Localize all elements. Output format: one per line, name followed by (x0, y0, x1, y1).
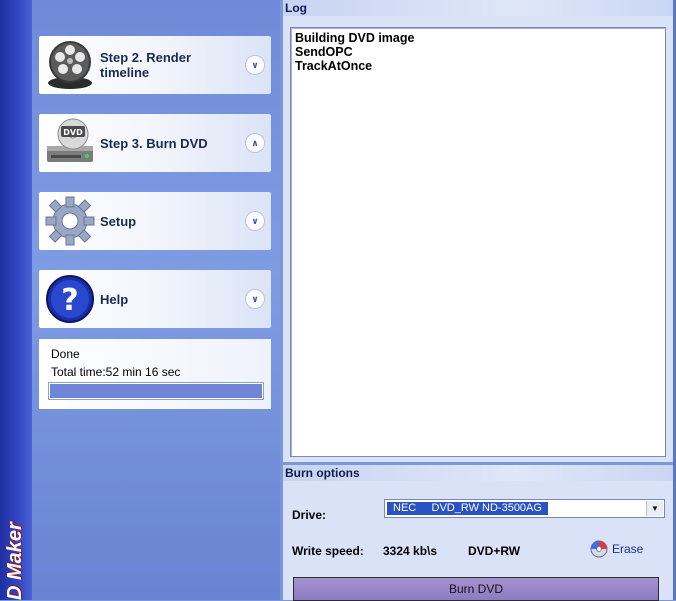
log-line: TrackAtOnce (295, 59, 373, 73)
chevron-down-icon[interactable]: ∨ (245, 289, 265, 309)
erase-label: Erase (612, 542, 644, 556)
erase-button[interactable]: Erase (590, 540, 643, 558)
log-textbox[interactable]: Building DVD image SendOPC TrackAtOnce (290, 27, 666, 457)
gear-icon (45, 196, 95, 246)
step-render-timeline[interactable]: Step 2. Render timeline ∨ (39, 36, 271, 94)
log-line: SendOPC (295, 45, 353, 59)
status-text: Done (51, 347, 80, 361)
step-help[interactable]: ? Help ∨ (39, 270, 271, 328)
drive-select[interactable]: NEC DVD_RW ND-3500AG ▼ (384, 499, 665, 518)
step-setup[interactable]: Setup ∨ (39, 192, 271, 250)
log-line: Building DVD image (295, 31, 415, 45)
dvd-icon-text: DVD (63, 128, 83, 137)
burn-options-header: Burn options (283, 465, 673, 481)
status-panel: Done Total time:52 min 16 sec (39, 339, 271, 409)
log-area: Building DVD image SendOPC TrackAtOnce (283, 16, 673, 462)
write-speed-label: Write speed: (292, 544, 364, 558)
erase-disc-icon (590, 540, 608, 558)
dvd-drive-icon: DVD (47, 118, 93, 162)
chevron-down-icon[interactable]: ∨ (245, 55, 265, 75)
burn-dvd-button[interactable]: Burn DVD (293, 577, 659, 601)
total-time: Total time:52 min 16 sec (51, 365, 181, 379)
brand-title: D Maker (4, 522, 26, 600)
chevron-down-icon[interactable]: ∨ (245, 211, 265, 231)
step-label: Step 3. Burn DVD (100, 135, 208, 151)
media-type: DVD+RW (468, 544, 521, 558)
film-reel-icon (48, 41, 92, 89)
help-icon-text: ? (61, 283, 78, 318)
step-label: Setup (100, 213, 137, 229)
step-label: Help (100, 291, 129, 307)
drive-value: NEC DVD_RW ND-3500AG (386, 501, 549, 516)
write-speed-value: 3324 kb\s (383, 544, 438, 558)
brand-strip: D Maker (0, 0, 32, 600)
progress-bar (48, 382, 264, 400)
progress-fill (50, 384, 262, 398)
drive-label: Drive: (292, 508, 327, 522)
help-icon: ? (46, 275, 94, 323)
task-pane: Step 2. Render timeline ∨ DVD Step 3. Bu… (32, 0, 280, 600)
dropdown-arrow-icon[interactable]: ▼ (646, 501, 663, 516)
burn-options-panel: Drive: NEC DVD_RW ND-3500AG ▼ Write spee… (283, 481, 673, 601)
step-burn-dvd[interactable]: DVD Step 3. Burn DVD ∧ (39, 114, 271, 172)
step-label: Step 2. Render timeline (100, 50, 192, 80)
right-panel: Log Building DVD image SendOPC TrackAtOnce… (280, 0, 676, 601)
log-header: Log (283, 0, 673, 16)
chevron-up-icon[interactable]: ∧ (245, 133, 265, 153)
